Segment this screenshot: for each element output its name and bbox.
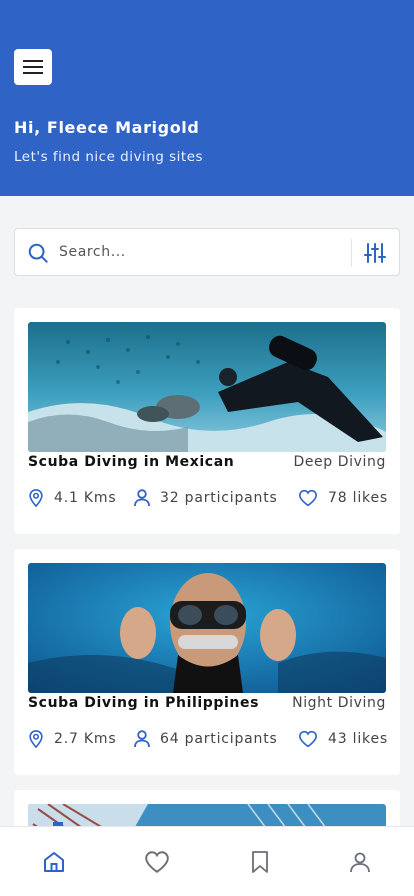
person-icon — [134, 730, 150, 748]
search-input[interactable] — [59, 237, 349, 267]
distance-meta: 2.7 Kms — [28, 727, 116, 751]
card-category: Deep Diving — [293, 454, 386, 470]
location-pin-icon — [29, 730, 43, 748]
diver-mask-photo — [28, 563, 386, 693]
greeting-subtitle: Let's find nice diving sites — [14, 149, 204, 165]
search-icon — [28, 243, 48, 263]
tab-home[interactable] — [39, 847, 69, 877]
hamburger-icon — [23, 60, 43, 74]
likes-meta[interactable]: 78 likes — [298, 486, 388, 510]
card-title: Scuba Diving in Philippines — [28, 695, 259, 711]
search-bar — [14, 228, 400, 276]
participants-text: 32 participants — [160, 490, 278, 506]
underwater-diver-photo — [28, 322, 386, 452]
tab-profile[interactable] — [345, 847, 375, 877]
menu-button[interactable] — [14, 49, 52, 85]
distance-text: 2.7 Kms — [54, 731, 117, 747]
user-icon — [350, 852, 370, 873]
card-category: Night Diving — [292, 695, 386, 711]
participants-meta: 64 participants — [134, 727, 278, 751]
tab-bookmarks[interactable] — [245, 847, 275, 877]
tab-favorites[interactable] — [142, 847, 172, 877]
likes-meta[interactable]: 43 likes — [298, 727, 388, 751]
header: Hi, Fleece Marigold Let's find nice divi… — [0, 0, 414, 196]
participants-text: 64 participants — [160, 731, 278, 747]
distance-meta: 4.1 Kms — [28, 486, 116, 510]
greeting-title: Hi, Fleece Marigold — [14, 118, 200, 137]
likes-text: 43 likes — [328, 731, 388, 747]
home-icon — [44, 852, 64, 872]
participants-meta: 32 participants — [134, 486, 278, 510]
card-title: Scuba Diving in Mexican — [28, 454, 235, 470]
bottom-tab-bar — [0, 826, 414, 896]
likes-text: 78 likes — [328, 490, 388, 506]
search-divider — [351, 239, 352, 267]
dive-site-card[interactable]: Scuba Diving in Philippines Night Diving… — [14, 549, 400, 775]
heart-icon[interactable] — [298, 489, 318, 507]
bookmark-icon — [252, 851, 268, 873]
person-icon — [134, 489, 150, 507]
heart-icon[interactable] — [298, 730, 318, 748]
dive-site-card[interactable]: Scuba Diving in Mexican Deep Diving 4.1 … — [14, 308, 400, 534]
filter-sliders-icon[interactable] — [363, 241, 387, 265]
location-pin-icon — [29, 489, 43, 507]
heart-icon — [145, 851, 169, 873]
distance-text: 4.1 Kms — [54, 490, 117, 506]
